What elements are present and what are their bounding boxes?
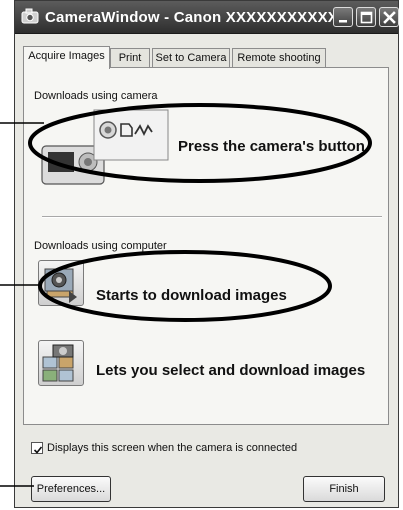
annotation-overlay — [0, 103, 372, 487]
tab-acquire-images[interactable]: Acquire Images — [23, 46, 110, 69]
callout-ellipse-download — [38, 250, 332, 322]
callout-ellipse-camera — [28, 103, 372, 183]
